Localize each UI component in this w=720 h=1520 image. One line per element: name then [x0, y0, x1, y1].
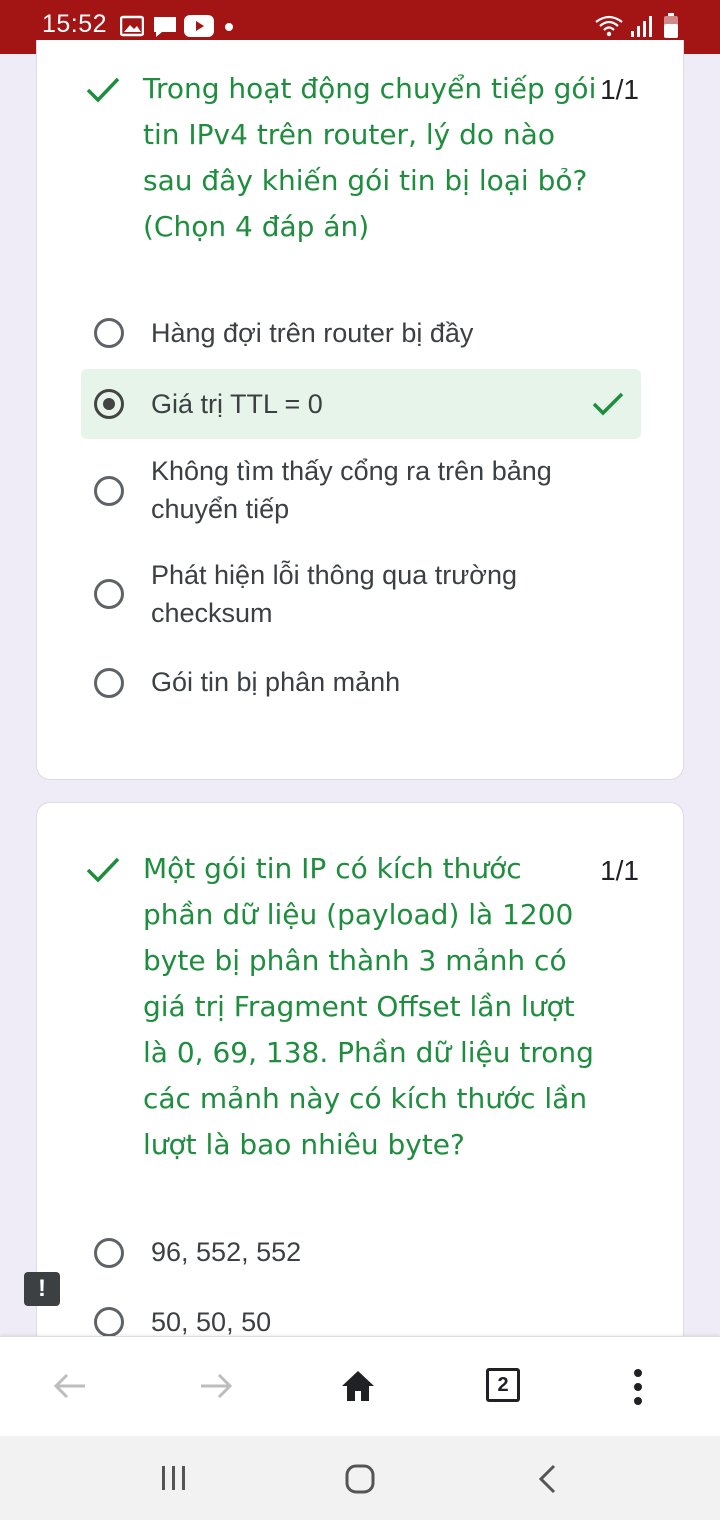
question-line: (Chọn 4 đáp án) — [143, 210, 370, 243]
radio-button[interactable] — [94, 476, 124, 506]
question-card-2: Một gói tin IP có kích thước phần dữ liệ… — [36, 802, 684, 1402]
image-icon — [120, 15, 144, 37]
dot-icon — [225, 23, 233, 31]
question-line: lượt là bao nhiêu byte? — [143, 1128, 465, 1161]
option-line: checksum — [151, 598, 273, 628]
tab-switcher-icon[interactable]: 2 — [486, 1368, 520, 1402]
question-text: Một gói tin IP có kích thước phần dữ liệ… — [143, 846, 594, 1168]
option-item[interactable]: Không tìm thấy cổng ra trên bảng chuyển … — [81, 440, 641, 540]
option-item[interactable]: Hàng đợi trên router bị đầy — [81, 298, 641, 368]
option-item[interactable]: 96, 552, 552 — [81, 1218, 641, 1284]
question-line: giá trị Fragment Offset lần lượt — [143, 990, 575, 1023]
correct-check-icon — [86, 77, 120, 103]
question-line: sau đây khiến gói tin bị loại bỏ? — [143, 164, 588, 197]
status-time: 15:52 — [42, 10, 108, 38]
question-line: là 0, 69, 138. Phần dữ liệu trong — [143, 1036, 594, 1069]
option-item-correct[interactable]: Giá trị TTL = 0 — [81, 369, 641, 439]
option-item[interactable]: Gói tin bị phân mảnh — [81, 650, 641, 716]
question-score: 1/1 — [600, 74, 639, 105]
radio-button[interactable] — [94, 579, 124, 609]
system-nav-bar — [0, 1436, 720, 1520]
forward-arrow-icon[interactable] — [198, 1371, 234, 1401]
option-line: chuyển tiếp — [151, 494, 290, 524]
question-line: tin IPv4 trên router, lý do nào — [143, 118, 555, 151]
home-nav-icon[interactable] — [344, 1463, 376, 1495]
more-vert-icon[interactable] — [632, 1367, 644, 1407]
radio-button[interactable] — [94, 1238, 124, 1268]
question-line: byte bị phân thành 3 mảnh có — [143, 944, 567, 977]
option-label: Gói tin bị phân mảnh — [151, 667, 401, 697]
question-line: các mảnh này có kích thước lần — [143, 1082, 588, 1115]
option-label: Giá trị TTL = 0 — [151, 389, 323, 419]
wifi-icon — [595, 15, 623, 37]
correct-check-icon — [86, 857, 120, 883]
option-line: Phát hiện lỗi thông qua trường — [151, 560, 518, 590]
radio-button[interactable] — [94, 318, 124, 348]
recent-apps-icon[interactable] — [160, 1464, 188, 1492]
correct-answer-check-icon — [592, 392, 624, 416]
option-item[interactable]: Phát hiện lỗi thông qua trường checksum — [81, 545, 641, 645]
question-score: 1/1 — [600, 855, 639, 886]
browser-toolbar: 2 — [0, 1336, 720, 1437]
question-line: Một gói tin IP có kích thước — [143, 852, 522, 885]
option-label: Hàng đợi trên router bị đầy — [151, 318, 474, 348]
option-line: Không tìm thấy cổng ra trên bảng — [151, 456, 552, 486]
radio-button[interactable] — [94, 668, 124, 698]
battery-icon — [664, 13, 678, 38]
question-card-1: Trong hoạt động chuyển tiếp gói tin IPv4… — [36, 40, 684, 780]
radio-button[interactable] — [94, 1307, 124, 1337]
chat-icon — [154, 17, 176, 37]
question-line: Trong hoạt động chuyển tiếp gói — [143, 72, 597, 105]
youtube-icon — [184, 15, 214, 37]
radio-button-selected[interactable] — [94, 389, 124, 419]
back-nav-icon[interactable] — [536, 1464, 558, 1494]
option-label: 96, 552, 552 — [151, 1237, 302, 1267]
signal-icon — [631, 16, 652, 37]
question-text: Trong hoạt động chuyển tiếp gói tin IPv4… — [143, 66, 596, 250]
question-line: phần dữ liệu (payload) là 1200 — [143, 898, 574, 931]
back-arrow-icon[interactable] — [52, 1371, 88, 1401]
option-label: Phát hiện lỗi thông qua trường checksum — [151, 556, 517, 632]
feedback-button[interactable]: ! — [24, 1272, 60, 1306]
home-icon[interactable] — [340, 1369, 376, 1403]
option-label: Không tìm thấy cổng ra trên bảng chuyển … — [151, 452, 552, 528]
